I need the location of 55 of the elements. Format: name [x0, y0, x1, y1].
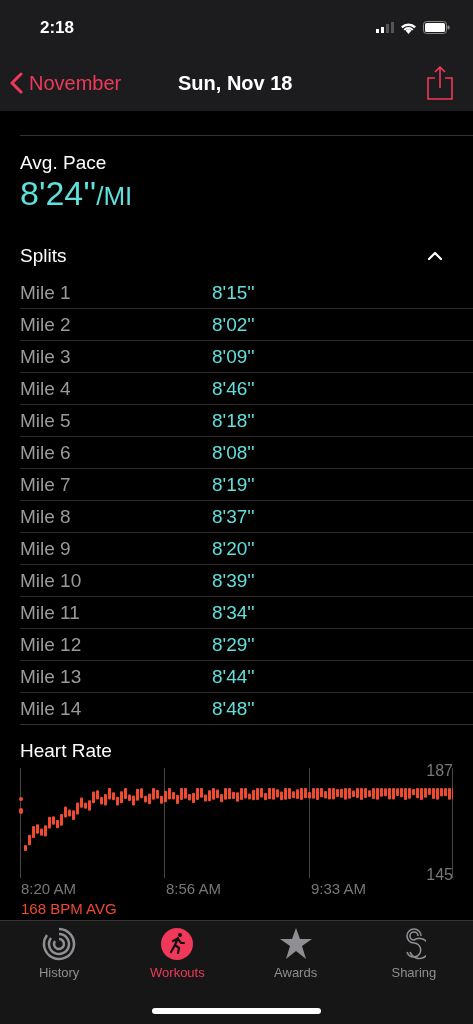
avg-pace-label: Avg. Pace [20, 152, 108, 174]
avg-pace-unit: /MI [96, 181, 133, 212]
chevron-left-icon [10, 72, 23, 94]
split-label: Mile 11 [20, 601, 81, 624]
time-label: 9:33 AM [310, 880, 368, 899]
split-label: Mile 7 [20, 473, 72, 496]
splits-title: Splits [20, 245, 67, 267]
heart-rate-title: Heart Rate [20, 740, 113, 762]
split-pace: 8'39'' [212, 569, 255, 592]
split-pace: 8'48'' [212, 697, 255, 720]
split-label: Mile 14 [20, 697, 83, 720]
split-label: Mile 9 [20, 537, 72, 560]
split-pace: 8'18'' [212, 409, 255, 432]
chevron-icon[interactable] [427, 251, 443, 261]
heart-rate-average: 168 BPM AVG [21, 900, 118, 917]
share-icon[interactable] [427, 66, 453, 100]
split-pace: 8'46'' [212, 377, 255, 400]
split-pace: 8'37'' [212, 505, 255, 528]
back-button[interactable]: November [10, 71, 122, 95]
split-pace: 8'09'' [212, 345, 255, 368]
wifi-icon [400, 21, 417, 34]
star-icon [278, 927, 313, 961]
tab[interactable]: Awards [236, 927, 355, 983]
split-pace: 8'19'' [212, 473, 255, 496]
split-pace: 8'34'' [212, 601, 255, 624]
split-label: Mile 4 [20, 377, 72, 400]
split-label: Mile 13 [20, 665, 83, 688]
split-label: Mile 3 [20, 345, 72, 368]
split-label: Mile 5 [20, 409, 72, 432]
split-label: Mile 1 [20, 281, 72, 304]
tab[interactable]: History [0, 927, 119, 983]
status-time: 2:18 [40, 17, 75, 38]
rings-icon [42, 927, 77, 961]
split-pace: 8'02'' [212, 313, 255, 336]
tab[interactable]: Workouts [118, 927, 237, 983]
y-axis-max: 187 [426, 762, 453, 780]
runner-icon [160, 927, 195, 961]
avg-pace-value: 8'24'' [20, 174, 97, 213]
split-pace: 8'15'' [212, 281, 255, 304]
time-label: 8:20 AM [20, 880, 78, 899]
split-pace: 8'08'' [212, 441, 255, 464]
time-label: 8:56 AM [165, 880, 223, 899]
signal-icon [376, 22, 394, 33]
split-label: Mile 12 [20, 633, 83, 656]
split-pace: 8'29'' [212, 633, 255, 656]
y-axis-min: 145 [426, 866, 453, 884]
split-pace: 8'44'' [212, 665, 255, 688]
split-label: Mile 6 [20, 441, 72, 464]
split-label: Mile 2 [20, 313, 72, 336]
split-label: Mile 10 [20, 569, 83, 592]
battery-icon [423, 21, 450, 34]
split-pace: 8'20'' [212, 537, 255, 560]
tab[interactable]: Sharing [354, 927, 473, 983]
split-label: Mile 8 [20, 505, 72, 528]
nav-title: Sun, Nov 18 [178, 71, 293, 95]
